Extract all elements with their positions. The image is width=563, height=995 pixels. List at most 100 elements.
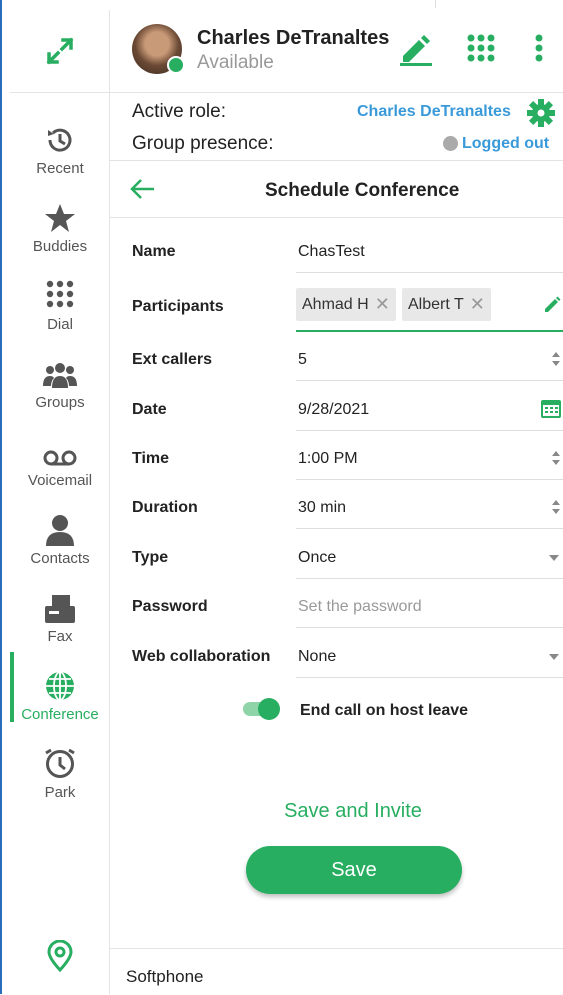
sidebar-item-label: Fax [47,628,73,645]
gear-icon[interactable] [527,99,555,127]
more-vertical-icon [535,34,543,62]
date-value: 9/28/2021 [298,401,370,418]
window-edge [0,0,8,994]
toggle-knob [258,698,280,720]
stepper-icon[interactable] [551,448,561,468]
user-header: Charles DeTranaltes Available [110,10,563,93]
voicemail-icon [43,450,77,466]
remove-chip-icon[interactable]: ✕ [470,294,485,315]
chevron-down-icon [549,555,559,561]
time-label: Time [132,450,170,467]
stepper-icon[interactable] [551,349,561,369]
participant-chip[interactable]: Ahmad H ✕ [296,288,396,321]
end-call-label: End call on host leave [300,702,469,719]
date-label: Date [132,401,167,418]
sidebar-item-label: Recent [36,160,84,177]
group-presence-value[interactable]: Logged out [462,135,549,153]
chip-label: Albert T [408,295,464,313]
presence-indicator [167,56,185,74]
sidebar-item-label: Contacts [30,550,90,567]
sidebar-item-groups[interactable]: Groups [10,354,110,426]
expand-button[interactable] [10,10,110,93]
sidebar: Recent Buddies Dial Groups Voicemail Con… [10,10,110,994]
date-field[interactable]: 9/28/2021 [296,393,563,431]
history-icon [48,128,72,152]
web-collab-label: Web collaboration [132,648,271,665]
location-button[interactable] [10,940,110,972]
password-field[interactable]: Set the password [296,590,563,628]
page-title: Schedule Conference [265,180,460,201]
group-presence-label: Group presence: [132,133,274,154]
sidebar-item-fax[interactable]: Fax [10,588,110,660]
save-and-invite-button[interactable]: Save and Invite [110,800,563,823]
sidebar-item-voicemail[interactable]: Voicemail [10,432,110,504]
dialpad-icon [46,280,74,308]
pencil-icon [400,35,432,66]
time-value: 1:00 PM [298,450,358,467]
user-status[interactable]: Available [197,52,274,74]
ext-callers-label: Ext callers [132,351,213,368]
globe-icon [46,671,74,701]
star-icon [45,204,75,232]
remove-chip-icon[interactable]: ✕ [375,294,390,315]
web-collab-select[interactable]: None [296,640,563,678]
sidebar-item-contacts[interactable]: Contacts [10,510,110,582]
groups-icon [43,363,77,388]
sidebar-item-dial[interactable]: Dial [10,276,110,348]
active-role-label: Active role: [132,101,226,122]
active-role-value[interactable]: Charles DeTranaltes [357,103,511,121]
sidebar-item-park[interactable]: Park [10,744,110,816]
page-header: Schedule Conference [110,161,563,218]
chip-label: Ahmad H [302,295,369,313]
name-label: Name [132,243,176,260]
sidebar-item-conference[interactable]: Conference [10,652,110,738]
participants-field[interactable]: Ahmad H ✕ Albert T ✕ [296,286,563,332]
participants-label: Participants [132,298,224,315]
duration-field[interactable]: 30 min [296,491,563,529]
participant-chip[interactable]: Albert T ✕ [402,288,491,321]
type-value: Once [298,549,337,566]
sidebar-item-label: Park [44,784,76,801]
fax-icon [45,595,75,623]
edit-button[interactable] [398,34,434,71]
type-select[interactable]: Once [296,541,563,579]
sidebar-item-buddies[interactable]: Buddies [10,198,110,270]
chevron-down-icon [549,654,559,660]
edit-participants-icon[interactable] [543,296,561,314]
main-panel: Charles DeTranaltes Available Active rol… [110,10,563,994]
footer: Softphone [110,948,563,995]
participants-row: Participants Ahmad H ✕ Albert T ✕ [110,288,563,348]
apps-button[interactable] [467,34,499,71]
password-placeholder: Set the password [298,598,422,615]
save-button[interactable]: Save [246,846,462,894]
user-name: Charles DeTranaltes [197,27,390,49]
name-value: ChasTest [298,243,365,260]
sidebar-item-label: Conference [21,706,99,723]
duration-label: Duration [132,499,198,516]
time-field[interactable]: 1:00 PM [296,442,563,480]
ext-callers-field[interactable]: 5 [296,343,563,381]
presence-status-dot [443,136,458,151]
stepper-icon[interactable] [551,497,561,517]
password-label: Password [132,598,208,615]
sidebar-item-label: Groups [35,394,85,411]
sidebar-item-label: Voicemail [27,472,93,489]
expand-icon [46,37,74,65]
name-field[interactable]: ChasTest [296,235,563,273]
web-collab-row: Web collaboration None [110,648,563,698]
sidebar-item-label: Dial [47,316,73,333]
back-button[interactable] [130,178,156,205]
type-label: Type [132,549,169,566]
location-icon [47,940,73,972]
more-button[interactable] [534,34,544,71]
calendar-icon[interactable] [541,398,561,418]
softphone-label[interactable]: Softphone [126,967,204,987]
clock-icon [45,748,75,778]
sidebar-item-recent[interactable]: Recent [10,120,110,192]
grid-icon [467,34,495,62]
web-collab-value: None [298,648,337,665]
sidebar-item-label: Buddies [32,238,88,255]
contact-icon [46,515,74,546]
end-call-toggle[interactable] [243,698,280,720]
divider [435,0,436,8]
